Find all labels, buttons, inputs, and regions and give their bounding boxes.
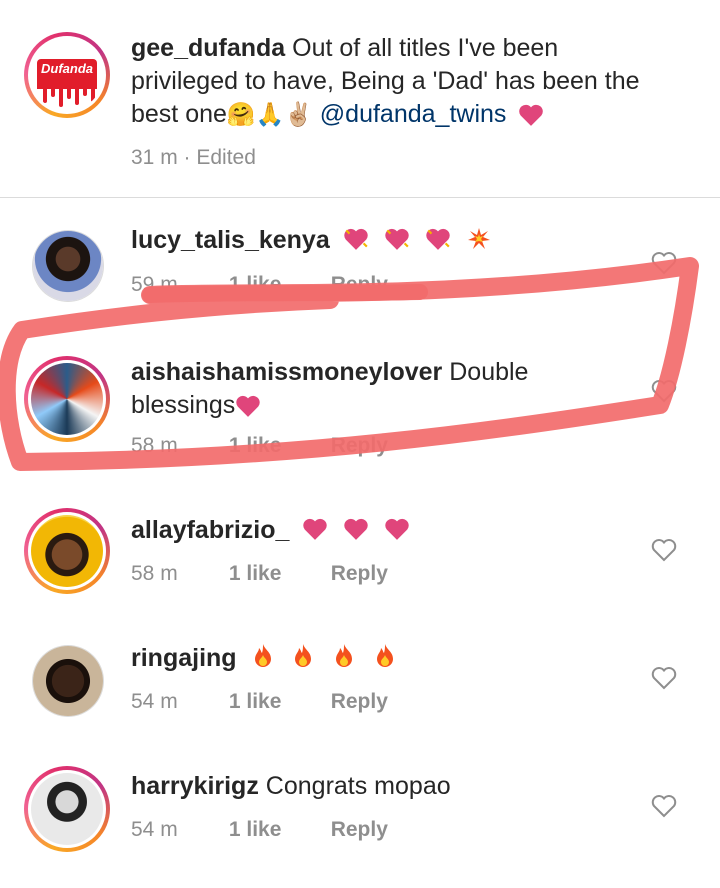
comment-text: aishaishamissmoneylover Double blessings	[131, 356, 591, 422]
caption-meta: 31 m · Edited	[131, 146, 256, 170]
reply-button[interactable]: Reply	[331, 434, 388, 457]
reply-button[interactable]: Reply	[331, 818, 388, 841]
dufanda-logo: Dufanda	[31, 39, 103, 111]
comment-meta: 58 m 1 like Reply	[131, 434, 388, 458]
caption-edited: Edited	[196, 146, 256, 169]
pink-heart-icon	[343, 517, 369, 541]
pink-heart-icon	[517, 103, 545, 127]
caption-emojis: 🤗🙏✌🏼	[226, 101, 313, 127]
author-avatar[interactable]: Dufanda	[24, 32, 110, 118]
pink-heart-icon	[235, 394, 261, 418]
collision-icon	[466, 227, 492, 251]
comment-emojis	[343, 226, 500, 254]
fire-icon	[290, 643, 316, 667]
comment-emojis	[250, 644, 407, 672]
sparkling-heart-icon	[425, 227, 451, 251]
post-caption: Dufanda gee_dufanda Out of all titles I'…	[0, 0, 720, 198]
commenter-avatar[interactable]	[24, 766, 110, 852]
comment-time: 59 m	[131, 273, 178, 296]
comment-text: harrykirigz Congrats mopao	[131, 770, 451, 803]
like-heart-icon[interactable]	[651, 251, 677, 275]
comment-likes[interactable]: 1 like	[229, 562, 325, 586]
caption-time: 31 m	[131, 146, 178, 169]
commenter-avatar[interactable]	[32, 645, 104, 717]
comment-text: ringajing	[131, 642, 406, 675]
comment-time: 54 m	[131, 818, 178, 841]
pink-heart-icon	[302, 517, 328, 541]
reply-button[interactable]: Reply	[331, 690, 388, 713]
reply-button[interactable]: Reply	[331, 562, 388, 585]
comment-likes[interactable]: 1 like	[229, 273, 325, 297]
comment-time: 54 m	[131, 690, 178, 713]
caption-text: gee_dufanda Out of all titles I've been …	[131, 32, 671, 131]
comment-username[interactable]: aishaishamissmoneylover	[131, 358, 442, 386]
comment-meta: 54 m 1 like Reply	[131, 690, 388, 714]
logo-text: Dufanda	[41, 61, 93, 76]
comment-username[interactable]: lucy_talis_kenya	[131, 226, 330, 254]
fire-icon	[331, 643, 357, 667]
fire-icon	[372, 643, 398, 667]
commenter-avatar[interactable]	[32, 230, 104, 302]
sparkling-heart-icon	[343, 227, 369, 251]
fire-icon	[250, 643, 276, 667]
reply-button[interactable]: Reply	[331, 273, 388, 296]
comment-username[interactable]: allayfabrizio_	[131, 516, 289, 544]
comment-text: lucy_talis_kenya	[131, 224, 500, 257]
comment-likes[interactable]: 1 like	[229, 690, 325, 714]
caption-separator: ·	[183, 146, 191, 169]
comment-meta: 54 m 1 like Reply	[131, 818, 388, 842]
comment-body: Congrats mopao	[265, 772, 451, 800]
commenter-avatar[interactable]	[24, 356, 110, 442]
comment-likes[interactable]: 1 like	[229, 434, 325, 458]
comment-time: 58 m	[131, 562, 178, 585]
caption-username[interactable]: gee_dufanda	[131, 34, 285, 62]
comment-time: 58 m	[131, 434, 178, 457]
comment-username[interactable]: ringajing	[131, 644, 237, 672]
sparkling-heart-icon	[384, 227, 410, 251]
comment-text: allayfabrizio_	[131, 514, 418, 547]
comment-likes[interactable]: 1 like	[229, 818, 325, 842]
comment-meta: 58 m 1 like Reply	[131, 562, 388, 586]
caption-mention[interactable]: @dufanda_twins	[320, 100, 507, 128]
comment-meta: 59 m 1 like Reply	[131, 273, 388, 297]
like-heart-icon[interactable]	[651, 538, 677, 562]
like-heart-icon[interactable]	[651, 666, 677, 690]
like-heart-icon[interactable]	[651, 379, 677, 403]
commenter-avatar[interactable]	[24, 508, 110, 594]
comment-emojis	[302, 516, 418, 544]
comment-username[interactable]: harrykirigz	[131, 772, 259, 800]
pink-heart-icon	[384, 517, 410, 541]
like-heart-icon[interactable]	[651, 794, 677, 818]
